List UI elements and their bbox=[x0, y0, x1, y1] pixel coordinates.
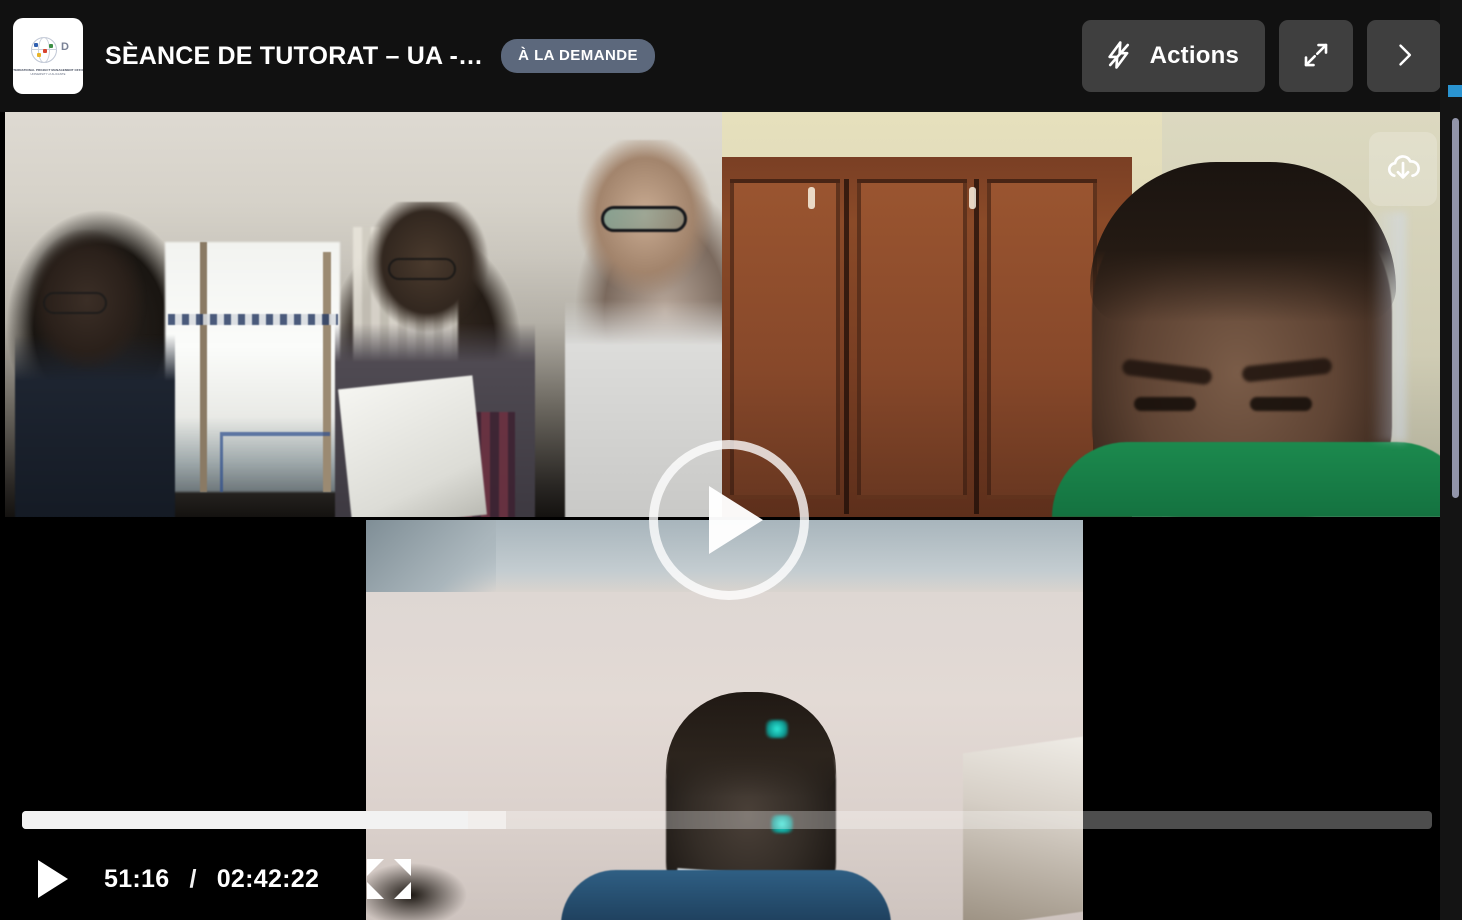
fullscreen-corner-bottom-right bbox=[394, 882, 412, 899]
page-title: SÈANCE DE TUTORAT – UA -… bbox=[105, 41, 484, 70]
logo-dot-green bbox=[49, 43, 53, 48]
tile-b-wardrobe-panel-2 bbox=[857, 179, 967, 499]
tile-c-glasses-glint-top bbox=[766, 720, 788, 738]
chevron-right-icon bbox=[1390, 41, 1418, 72]
time-display: 51:16 / 02:42:22 bbox=[104, 865, 319, 894]
time-separator: / bbox=[189, 864, 197, 893]
fullscreen-corner-bottom-left bbox=[367, 882, 385, 899]
logo-dot-blue bbox=[34, 42, 38, 47]
tile-a-person-left bbox=[15, 230, 175, 517]
fullscreen-corner-top-left bbox=[367, 859, 385, 876]
play-overlay-button[interactable] bbox=[649, 440, 809, 600]
tile-a-balcony-rail bbox=[168, 314, 338, 325]
next-button[interactable] bbox=[1367, 20, 1441, 92]
tile-c-wall-corner bbox=[366, 520, 496, 592]
current-time: 51:16 bbox=[104, 864, 170, 893]
play-button[interactable] bbox=[38, 860, 68, 898]
tile-a-balcony-guard bbox=[220, 432, 330, 492]
tile-b-green-shirt bbox=[1052, 442, 1462, 517]
logo-letter-mark: D bbox=[61, 40, 69, 53]
tile-a-person-left-glasses bbox=[43, 292, 107, 314]
download-button[interactable] bbox=[1369, 132, 1437, 206]
participant-tile-top-right[interactable] bbox=[722, 112, 1462, 517]
lightning-bolt-icon bbox=[1104, 39, 1134, 74]
tile-b-wardrobe-seam-1 bbox=[844, 179, 849, 514]
tile-b-rim-light bbox=[1370, 212, 1406, 442]
expand-button[interactable] bbox=[1279, 20, 1353, 92]
tile-b-wardrobe-seam-2 bbox=[974, 179, 979, 514]
header-actions-group: Actions bbox=[1081, 20, 1441, 92]
page-header: D INTERNATIONAL PROJECT MANAGEMENT OFFIC… bbox=[0, 0, 1462, 112]
logo-caption-line2: UNIVERSITY of ALICANTE bbox=[30, 73, 66, 77]
fullscreen-corner-top-right bbox=[394, 859, 412, 876]
actions-button[interactable]: Actions bbox=[1081, 20, 1265, 92]
tile-b-wardrobe-panel-3 bbox=[987, 179, 1097, 499]
accent-marker bbox=[1448, 85, 1462, 97]
tile-b-person-eye-right bbox=[1250, 397, 1312, 411]
ipmo-logo: D INTERNATIONAL PROJECT MANAGEMENT OFFIC… bbox=[13, 18, 83, 94]
progress-bar-fill bbox=[22, 811, 468, 829]
player-controls-bar: 51:16 / 02:42:22 bbox=[0, 838, 1462, 920]
tile-c-person-hair bbox=[666, 692, 836, 797]
play-triangle-icon bbox=[709, 486, 763, 554]
tile-b-wardrobe-glint-1 bbox=[808, 187, 815, 209]
expand-arrows-icon bbox=[1301, 40, 1331, 73]
tile-b-person-eye-left bbox=[1134, 397, 1196, 411]
logo-dot-yellow bbox=[37, 52, 41, 57]
status-badge: À LA DEMANDE bbox=[501, 39, 656, 73]
fullscreen-button[interactable] bbox=[367, 859, 412, 899]
tile-a-person-right-glasses bbox=[601, 206, 687, 232]
tile-a-window-frame-left bbox=[200, 242, 207, 492]
participant-tile-top-left[interactable] bbox=[5, 112, 722, 517]
logo-globe-mark: D bbox=[27, 36, 69, 64]
tile-a-paper-sheet bbox=[338, 375, 487, 517]
page-scrollbar-thumb[interactable] bbox=[1452, 118, 1459, 498]
total-time: 02:42:22 bbox=[216, 864, 320, 893]
video-stage[interactable] bbox=[0, 112, 1462, 920]
video-player-page: D INTERNATIONAL PROJECT MANAGEMENT OFFIC… bbox=[0, 0, 1462, 920]
logo-caption-line1: INTERNATIONAL PROJECT MANAGEMENT OFFICE bbox=[13, 67, 83, 72]
logo-dot-red bbox=[43, 48, 47, 53]
tile-a-person-center-glasses bbox=[388, 258, 456, 280]
cloud-download-icon bbox=[1384, 148, 1422, 191]
actions-button-label: Actions bbox=[1149, 42, 1239, 69]
progress-bar-track[interactable] bbox=[22, 811, 1432, 829]
tile-b-wardrobe-glint-2 bbox=[969, 187, 976, 209]
